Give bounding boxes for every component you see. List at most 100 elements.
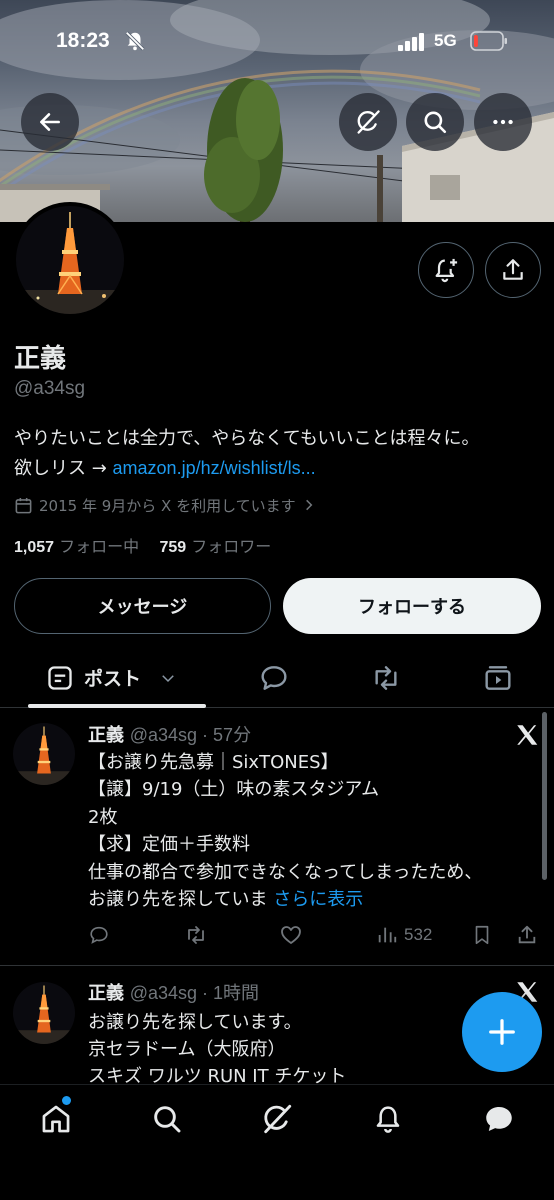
- back-arrow-icon: [37, 109, 63, 135]
- post-text-line: 【譲】9/19（土）味の素スタジアム: [88, 779, 380, 800]
- posts-tab-icon: [46, 664, 74, 692]
- post-text-line: 仕事の都合で参加できなくなってしまったため、: [88, 862, 483, 883]
- post-author-name[interactable]: 正義: [88, 983, 124, 1004]
- x-logo-icon: [514, 722, 540, 748]
- bio-wishlist-label: 欲しリス →: [14, 458, 113, 479]
- tab-posts[interactable]: ポスト: [28, 648, 206, 707]
- post-text-line: 【求】定価＋手数料: [88, 834, 250, 855]
- post-text-line: お譲り先を探していま さらに表示: [88, 885, 363, 911]
- joined-date-row[interactable]: 2015 年 9月から X を利用しています: [14, 493, 316, 517]
- followers-label: フォロワー: [191, 537, 272, 556]
- more-icon: [490, 109, 516, 135]
- grok-button[interactable]: [339, 93, 397, 151]
- post-avatar[interactable]: [13, 723, 75, 785]
- chevron-right-icon: [302, 498, 316, 512]
- chat-bubble-icon: [482, 1102, 516, 1136]
- views-count: 532: [404, 925, 433, 944]
- post-text-line: 【お譲り先急募｜SixTONES】: [88, 752, 339, 773]
- repost-icon: [370, 662, 402, 694]
- network-label: 5G: [434, 31, 457, 50]
- bell-icon: [372, 1103, 404, 1135]
- repost-icon: [184, 923, 208, 947]
- share-profile-button[interactable]: [485, 242, 541, 298]
- chevron-down-icon[interactable]: [159, 669, 177, 687]
- post-header: 正義 @a34sg · 1時間: [88, 979, 259, 1005]
- plus-icon: [487, 1017, 517, 1047]
- search-icon: [422, 109, 448, 135]
- scrollbar[interactable]: [542, 712, 547, 880]
- tokyo-tower-photo: [16, 206, 124, 314]
- tab-posts-label: ポスト: [84, 668, 142, 690]
- bookmark-icon: [471, 924, 493, 946]
- nav-messages[interactable]: [479, 1099, 519, 1139]
- message-button[interactable]: メッセージ: [14, 578, 271, 634]
- nav-home[interactable]: [36, 1099, 76, 1139]
- reply-button[interactable]: [88, 922, 110, 948]
- post-text-last: お譲り先を探していま: [88, 889, 268, 910]
- signal-icon: [398, 33, 426, 51]
- bio-line-2: 欲しリス → amazon.jp/hz/wishlist/ls...: [14, 453, 316, 484]
- post-meta: @a34sg · 57分: [129, 725, 252, 745]
- following-link[interactable]: 1,057 フォロー中: [14, 537, 139, 556]
- profile-tab-bar: ポスト: [0, 648, 554, 708]
- bottom-navigation: [0, 1084, 554, 1200]
- like-button[interactable]: [279, 922, 303, 948]
- share-icon: [516, 924, 538, 946]
- bell-plus-icon: [432, 256, 460, 284]
- compose-post-button[interactable]: [462, 992, 542, 1072]
- show-more-link[interactable]: さらに表示: [273, 889, 363, 910]
- reply-icon: [88, 924, 110, 946]
- followers-count: 759: [159, 539, 187, 556]
- display-name: 正義: [14, 344, 67, 374]
- views-button[interactable]: 532: [376, 922, 432, 948]
- grok-icon: [354, 108, 382, 136]
- reply-bubble-icon: [258, 662, 290, 694]
- post-text-line: 2枚: [88, 807, 118, 828]
- joined-date-text: 2015 年 9月から X を利用しています: [39, 496, 296, 515]
- post-avatar[interactable]: [13, 982, 75, 1044]
- post-item[interactable]: 正義 @a34sg · 57分 【お譲り先急募｜SixTONES】 【譲】9/1…: [0, 709, 554, 965]
- bookmark-button[interactable]: [471, 922, 493, 948]
- back-button[interactable]: [21, 93, 79, 151]
- follow-stats: 1,057 フォロー中 759 フォロワー: [14, 533, 271, 557]
- nav-search[interactable]: [147, 1099, 187, 1139]
- tab-reposts[interactable]: [368, 660, 404, 696]
- post-author-name[interactable]: 正義: [88, 725, 124, 746]
- profile-avatar[interactable]: [12, 202, 128, 318]
- post-text-line: お譲り先を探しています。: [88, 1012, 302, 1033]
- notifications-subscribe-button[interactable]: [418, 242, 474, 298]
- status-bar: 18:23 5G: [0, 0, 554, 88]
- grok-icon: [260, 1102, 294, 1136]
- nav-grok[interactable]: [257, 1099, 297, 1139]
- heart-icon: [279, 923, 303, 947]
- follow-button[interactable]: フォローする: [283, 578, 541, 634]
- post-header: 正義 @a34sg · 57分: [88, 721, 251, 747]
- more-options-button[interactable]: [474, 93, 532, 151]
- search-icon: [151, 1103, 183, 1135]
- video-stack-icon: [482, 662, 514, 694]
- search-profile-button[interactable]: [406, 93, 464, 151]
- following-count: 1,057: [14, 539, 55, 556]
- profile-handle: @a34sg: [14, 378, 86, 399]
- tab-replies[interactable]: [256, 660, 292, 696]
- repost-button[interactable]: [184, 922, 208, 948]
- followers-link[interactable]: 759 フォロワー: [160, 537, 272, 556]
- bio-wishlist-link[interactable]: amazon.jp/hz/wishlist/ls...: [113, 458, 316, 478]
- following-label: フォロー中: [59, 537, 140, 556]
- battery-icon: [470, 31, 508, 51]
- status-time: 18:23: [56, 29, 110, 52]
- calendar-icon: [14, 496, 33, 515]
- post-meta: @a34sg · 1時間: [129, 983, 260, 1003]
- tokyo-tower-photo: [13, 723, 75, 785]
- silent-bell-icon: [124, 30, 146, 52]
- nav-notifications[interactable]: [368, 1099, 408, 1139]
- share-icon: [500, 257, 526, 283]
- bio-line-1: やりたいことは全力で、やらなくてもいいことは程々に。: [14, 428, 480, 449]
- post-text-line: スキズ ワルツ RUN IT チケット: [88, 1066, 347, 1084]
- active-tab-indicator: [28, 704, 206, 708]
- tab-media[interactable]: [480, 660, 516, 696]
- tokyo-tower-photo: [13, 982, 75, 1044]
- analytics-bars-icon: [376, 924, 398, 946]
- home-unread-dot: [62, 1096, 71, 1105]
- share-post-button[interactable]: [516, 922, 538, 948]
